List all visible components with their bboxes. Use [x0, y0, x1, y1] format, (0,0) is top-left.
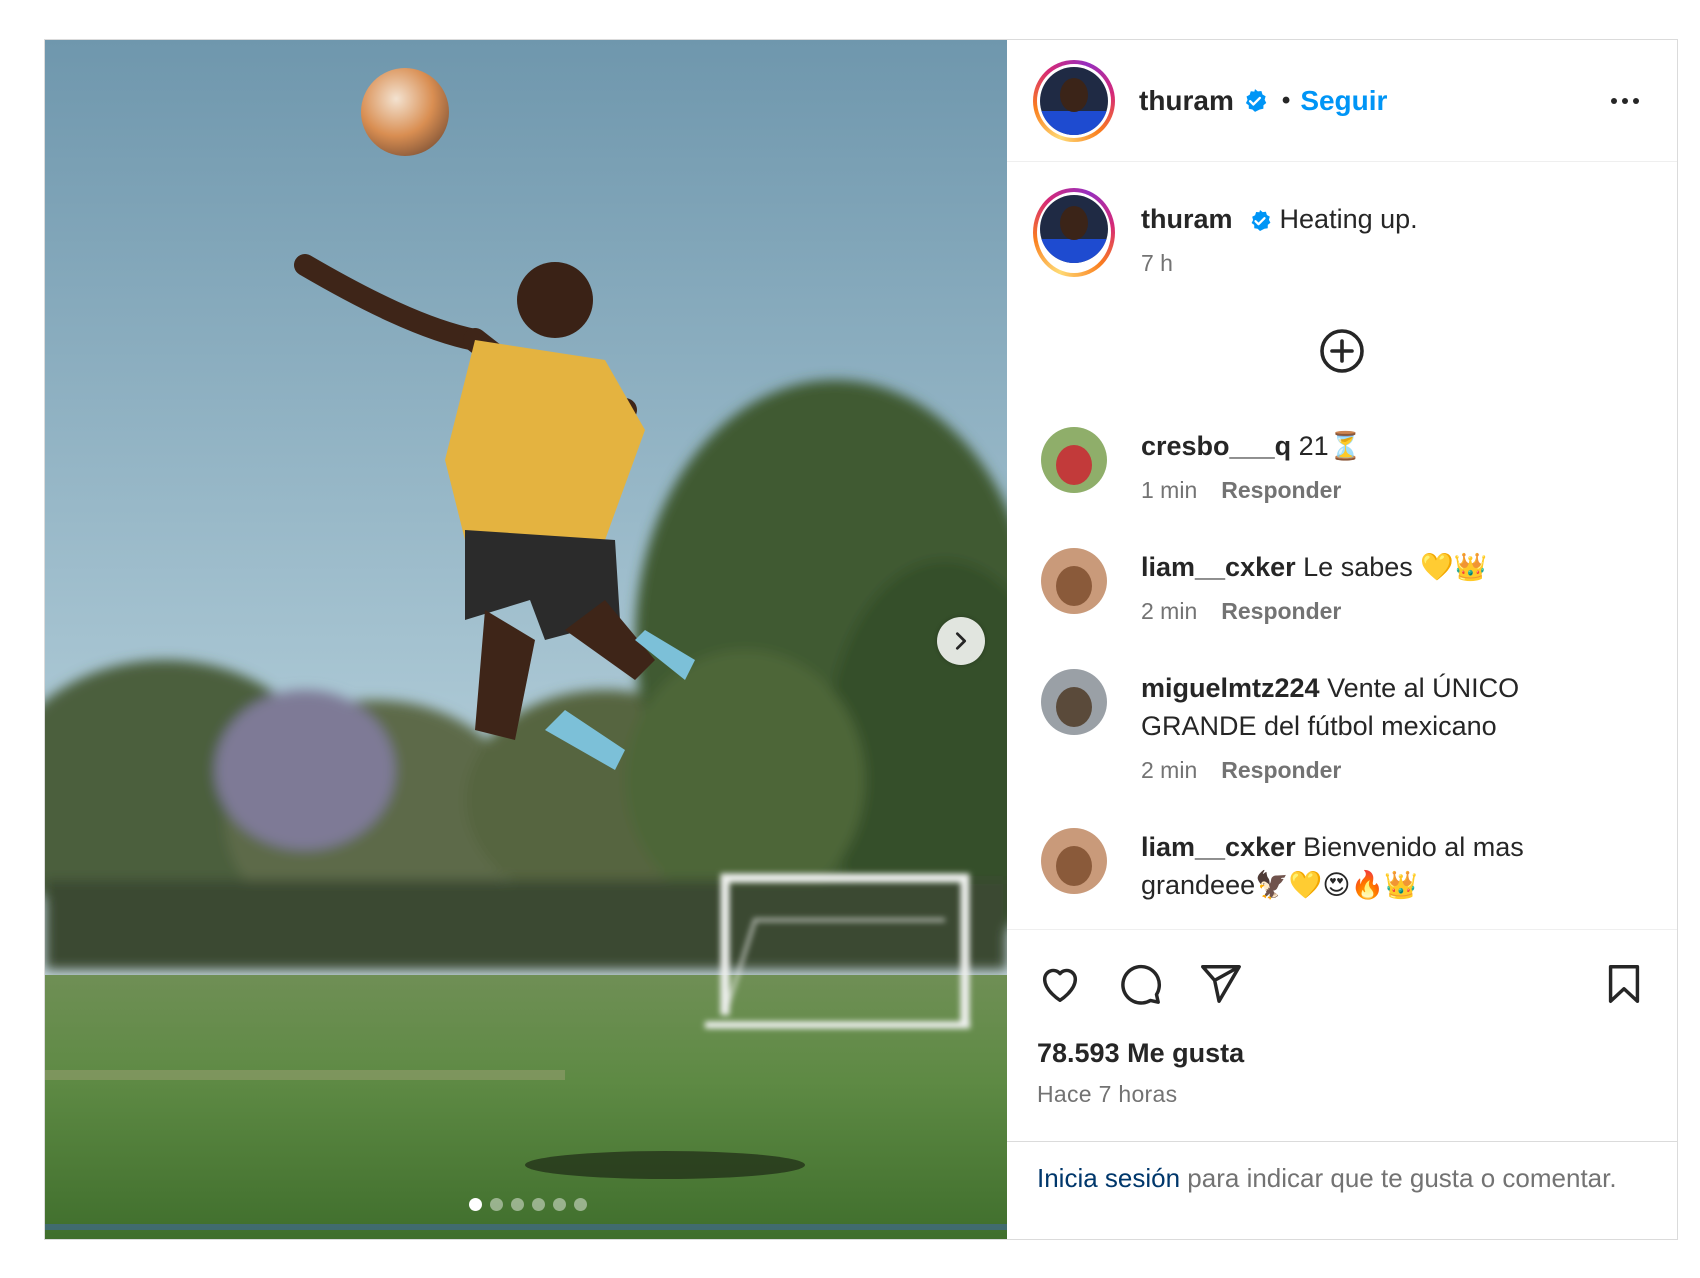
- comment-item: liam__cxker Le sabes 💛👑 2 min Responder: [1033, 548, 1651, 625]
- verified-badge-icon: [1248, 209, 1272, 233]
- comment-time: 2 min: [1141, 757, 1198, 783]
- reply-button[interactable]: Responder: [1221, 598, 1341, 625]
- comment-avatar[interactable]: [1041, 548, 1107, 614]
- comment-username[interactable]: liam__cxker: [1141, 552, 1296, 582]
- load-more-comments[interactable]: [1033, 327, 1651, 375]
- header-separator: •: [1281, 86, 1291, 114]
- comment-username[interactable]: liam__cxker: [1141, 832, 1296, 862]
- post-caption: thuram Heating up. 7 h: [1033, 188, 1651, 277]
- carousel-dot: [553, 1198, 566, 1211]
- comment-text: 21⏳: [1298, 431, 1363, 461]
- comment-avatar[interactable]: [1041, 427, 1107, 493]
- comment-item: liam__cxker Bienvenido al mas grandeee🦅💛…: [1033, 828, 1651, 904]
- chevron-right-icon: [955, 632, 967, 650]
- more-horizontal-icon[interactable]: [1611, 97, 1639, 104]
- comment-avatar[interactable]: [1041, 828, 1107, 894]
- bookmark-icon[interactable]: [1601, 961, 1647, 1007]
- avatar-image: [1040, 195, 1108, 263]
- likes-count[interactable]: 78.593 Me gusta: [1037, 1038, 1647, 1069]
- avatar-image: [1040, 66, 1108, 135]
- post-media[interactable]: [45, 40, 1007, 1239]
- login-prompt: Inicia sesión para indicar que te gusta …: [1007, 1141, 1677, 1239]
- comment-item: miguelmtz224 Vente al ÚNICO GRANDE del f…: [1033, 669, 1651, 784]
- author-avatar[interactable]: [1033, 59, 1115, 142]
- caption-text: Heating up.: [1279, 204, 1418, 234]
- reply-button[interactable]: Responder: [1221, 757, 1341, 784]
- comment-item: cresbo___q 21⏳ 1 min Responder: [1033, 427, 1651, 504]
- comment-list: cresbo___q 21⏳ 1 min Responder liam__cxk…: [1033, 427, 1651, 904]
- plus-circle-icon: [1320, 329, 1364, 373]
- carousel-dot: [532, 1198, 545, 1211]
- comment-username[interactable]: cresbo___q: [1141, 431, 1291, 461]
- reply-button[interactable]: Responder: [1221, 477, 1341, 504]
- carousel-dot: [490, 1198, 503, 1211]
- login-prompt-text: para indicar que te gusta o comentar.: [1180, 1163, 1617, 1193]
- post-side-panel: thuram • Seguir thuram Heating up. 7 h c…: [1007, 40, 1677, 1239]
- comment-username[interactable]: miguelmtz224: [1141, 673, 1320, 703]
- carousel-dot: [574, 1198, 587, 1211]
- author-username[interactable]: thuram: [1139, 85, 1234, 117]
- post-photo: [45, 40, 1007, 1239]
- caption-username[interactable]: thuram: [1141, 204, 1233, 234]
- comments-section[interactable]: thuram Heating up. 7 h cresbo___q 21⏳ 1 …: [1007, 162, 1677, 929]
- comment-time: 1 min: [1141, 477, 1198, 503]
- verified-badge-icon: [1242, 88, 1268, 114]
- comment-text: Le sabes 💛👑: [1303, 552, 1488, 582]
- caption-author-avatar[interactable]: [1033, 188, 1115, 277]
- carousel-next-button[interactable]: [937, 617, 985, 665]
- comment-icon[interactable]: [1117, 961, 1163, 1007]
- action-bar: [1037, 954, 1647, 1014]
- caption-time: 7 h: [1141, 250, 1173, 276]
- follow-button[interactable]: Seguir: [1300, 85, 1387, 117]
- instagram-post: thuram • Seguir thuram Heating up. 7 h c…: [44, 39, 1678, 1240]
- comment-time: 2 min: [1141, 598, 1198, 624]
- post-timestamp: Hace 7 horas: [1037, 1081, 1178, 1107]
- carousel-dot: [469, 1198, 482, 1211]
- heart-icon[interactable]: [1037, 961, 1083, 1007]
- post-header: thuram • Seguir: [1007, 40, 1677, 162]
- carousel-indicator: [469, 1198, 587, 1211]
- login-link[interactable]: Inicia sesión: [1037, 1163, 1180, 1193]
- send-icon[interactable]: [1197, 961, 1243, 1007]
- post-actions-area: 78.593 Me gusta Hace 7 horas: [1007, 929, 1677, 1141]
- comment-avatar[interactable]: [1041, 669, 1107, 735]
- carousel-dot: [511, 1198, 524, 1211]
